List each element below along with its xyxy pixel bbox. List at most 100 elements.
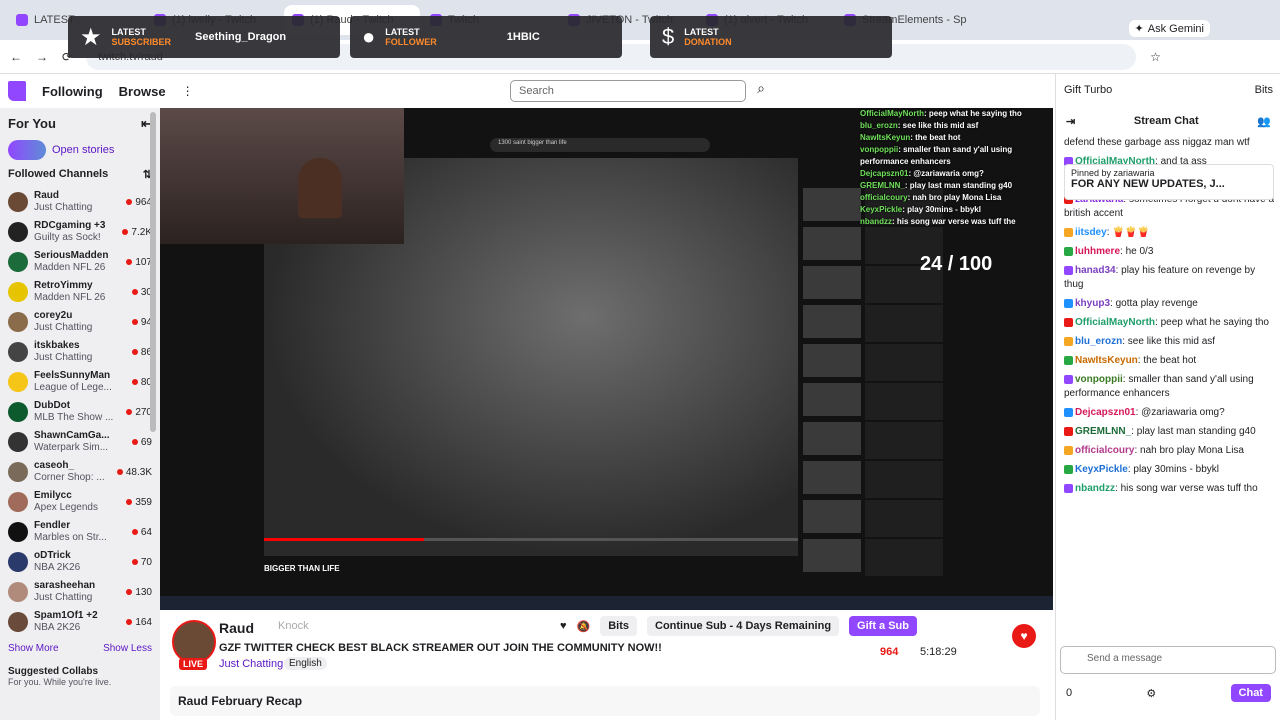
follow-heart-icon[interactable]: ♥	[560, 620, 567, 632]
search-icon[interactable]: ⌕	[750, 80, 772, 102]
chat-message[interactable]: blu_erozn: see like this mid asf	[1064, 335, 1276, 349]
channel-name: FeelsSunnyMan	[34, 370, 111, 381]
followed-channel[interactable]: Spam1Of1 +2 NBA 2K26 164	[8, 607, 152, 637]
channel-name: Raud	[34, 190, 59, 201]
channel-game: Corner Shop: ...	[34, 472, 105, 483]
chat-username[interactable]: Dejcapszn01	[1075, 407, 1136, 418]
chat-username[interactable]: vonpoppii	[1075, 374, 1123, 385]
chat-username[interactable]: luhhmere	[1075, 246, 1120, 257]
chat-username[interactable]: officialcoury	[1075, 445, 1134, 456]
sidebar-scrollbar[interactable]	[150, 112, 156, 432]
rec-text	[865, 344, 943, 381]
heart-icon[interactable]: ♥	[1012, 624, 1036, 648]
bits-button[interactable]: Bits	[600, 616, 638, 636]
chat-message[interactable]: NawItsKeyun: the beat hot	[1064, 354, 1276, 368]
chat-message[interactable]: defend these garbage ass niggaz man wtf	[1064, 136, 1276, 150]
overlay-chat-line: OfficialMayNorth: peep what he saying th…	[860, 109, 1022, 118]
chat-username[interactable]: khyup3	[1075, 298, 1110, 309]
badge-icon	[1064, 426, 1073, 436]
channel-viewers: 94	[131, 317, 152, 328]
open-stories[interactable]: Open stories	[8, 140, 152, 160]
nav-following[interactable]: Following	[42, 84, 103, 99]
chat-message[interactable]: iitsdey: 🍟🍟🍟	[1064, 226, 1276, 240]
channel-viewers: 107	[126, 257, 152, 268]
followed-channel[interactable]: FeelsSunnyMan League of Lege... 80	[8, 367, 152, 397]
collapse-chat-icon[interactable]: ⇥	[1066, 115, 1075, 128]
chat-username[interactable]: NawItsKeyun	[1075, 355, 1138, 366]
sidebar: For You ⇤ Open stories Followed Channels ⇅…	[0, 108, 160, 720]
followed-channel[interactable]: Emilycc Apex Legends 359	[8, 487, 152, 517]
show-less-link[interactable]: Show Less	[103, 643, 152, 654]
channel-game: MLB The Show ...	[34, 412, 114, 423]
followed-channel[interactable]: corey2u Just Chatting 94	[8, 307, 152, 337]
chat-username[interactable]: iitsdey	[1075, 227, 1107, 238]
chat-message[interactable]: vonpoppii: smaller than sand y'all using…	[1064, 373, 1276, 401]
chat-text: peep what he saying tho	[1160, 317, 1269, 328]
channel-avatar	[8, 252, 28, 272]
search-input[interactable]: Search	[510, 80, 746, 102]
overlay-chat-line: GREMLNN_: play last man standing g40	[860, 181, 1013, 190]
gift-sub-button[interactable]: Gift a Sub	[849, 616, 917, 636]
knock-button[interactable]: Knock	[278, 620, 309, 632]
gift-turbo-button[interactable]: Gift Turbo	[1064, 84, 1112, 96]
chat-message[interactable]: luhhmere: he 0/3	[1064, 245, 1276, 259]
chat-message[interactable]: hanad34: play his feature on revenge by …	[1064, 264, 1276, 292]
chat-send-button[interactable]: Chat	[1230, 684, 1271, 702]
followed-channel[interactable]: sarasheehan Just Chatting 130	[8, 577, 152, 607]
more-icon[interactable]: ⋮	[182, 84, 194, 98]
settings-icon[interactable]: ⚙	[1146, 687, 1156, 700]
stream-category[interactable]: Just Chatting	[219, 658, 283, 670]
chat-input[interactable]: Send a message	[1060, 646, 1276, 674]
chat-message[interactable]: OfficialMayNorth: peep what he saying th…	[1064, 316, 1276, 330]
streamer-name[interactable]: Raud	[219, 620, 254, 636]
nav-browse[interactable]: Browse	[119, 84, 166, 99]
overlay-chat-line: officialcoury: nah bro play Mona Lisa	[860, 193, 1002, 202]
followed-channel[interactable]: oDTrick NBA 2K26 70	[8, 547, 152, 577]
show-more-link[interactable]: Show More	[8, 643, 59, 654]
chat-bits-button[interactable]: Bits	[1255, 84, 1273, 96]
chat-message[interactable]: nbandzz: his song war verse was tuff tho	[1064, 482, 1276, 496]
chat-username[interactable]: GREMLNN_	[1075, 426, 1131, 437]
chat-username[interactable]: nbandzz	[1075, 483, 1115, 494]
continue-sub-button[interactable]: Continue Sub - 4 Days Remaining	[647, 616, 840, 636]
users-icon[interactable]: 👥	[1257, 115, 1271, 128]
chat-message[interactable]: GREMLNN_: play last man standing g40	[1064, 425, 1276, 439]
star-icon[interactable]: ☆	[1150, 50, 1161, 64]
chat-username[interactable]: KeyxPickle	[1075, 464, 1128, 475]
followed-channel[interactable]: RDCgaming +3 Guilty as Sock! 7.2K	[8, 217, 152, 247]
chat-text: play 30mins - bbykl	[1133, 464, 1219, 475]
chat-message[interactable]: KeyxPickle: play 30mins - bbykl	[1064, 463, 1276, 477]
chat-username[interactable]: hanad34	[1075, 265, 1116, 276]
chat-message[interactable]: officialcoury: nah bro play Mona Lisa	[1064, 444, 1276, 458]
recap-banner[interactable]: Raud February Recap	[170, 686, 1040, 716]
followed-channel[interactable]: ShawnCamGa... Waterpark Sim... 69	[8, 427, 152, 457]
followed-channel[interactable]: DubDot MLB The Show ... 270	[8, 397, 152, 427]
pinned-message[interactable]: Pinned by zariawaria FOR ANY NEW UPDATES,…	[1064, 164, 1274, 200]
twitch-logo-icon[interactable]	[8, 81, 26, 101]
windows-taskbar	[160, 596, 1053, 610]
followed-channel[interactable]: caseoh_ Corner Shop: ... 48.3K	[8, 457, 152, 487]
chat-text: his song war verse was tuff tho	[1120, 483, 1258, 494]
chat-message[interactable]: Dejcapszn01: @zariawaria omg?	[1064, 406, 1276, 420]
channel-viewers: 7.2K	[122, 227, 152, 238]
followed-channel[interactable]: SeriousMadden Madden NFL 26 107	[8, 247, 152, 277]
chat-text: @zariawaria omg?	[1141, 407, 1225, 418]
followed-channel[interactable]: itskbakes Just Chatting 86	[8, 337, 152, 367]
ask-gemini-button[interactable]: ✦ Ask Gemini	[1128, 20, 1210, 37]
badge-icon	[1064, 483, 1073, 493]
followed-channel[interactable]: Fendler Marbles on Str... 64	[8, 517, 152, 547]
followed-channel[interactable]: Raud Just Chatting 964	[8, 187, 152, 217]
language-tag[interactable]: English	[284, 657, 327, 670]
video-player[interactable]: 1300 saint bigger than life BIGGER THAN …	[160, 108, 1053, 610]
chat-username[interactable]: blu_erozn	[1075, 336, 1122, 347]
notifications-icon[interactable]: 🔕	[577, 620, 591, 633]
back-icon[interactable]: ←	[10, 50, 22, 64]
forward-icon[interactable]: →	[36, 50, 48, 64]
chat-message[interactable]: khyup3: gotta play revenge	[1064, 297, 1276, 311]
chat-text: see like this mid asf	[1127, 336, 1216, 347]
chat-username[interactable]: OfficialMayNorth	[1075, 317, 1155, 328]
followed-channel[interactable]: RetroYimmy Madden NFL 26 30	[8, 277, 152, 307]
badge-icon	[1064, 464, 1073, 474]
badge-icon	[1064, 355, 1073, 365]
channel-avatar	[8, 342, 28, 362]
